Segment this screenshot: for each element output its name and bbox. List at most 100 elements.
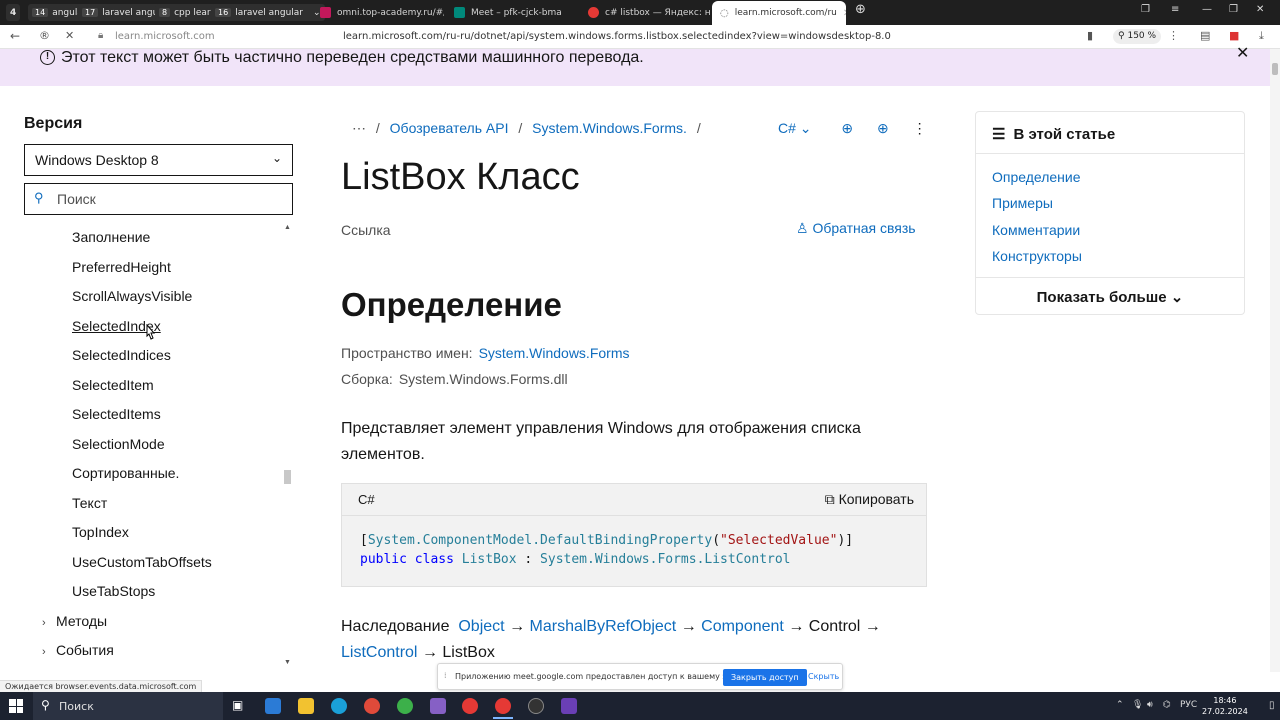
- yandex-browser-icon[interactable]: [462, 698, 478, 714]
- browser-menu-button[interactable]: 4: [6, 4, 21, 21]
- namespace-link[interactable]: System.Windows.Forms: [479, 345, 630, 361]
- extension-icon[interactable]: ■: [1229, 29, 1239, 42]
- network-icon[interactable]: ⌬: [1163, 700, 1171, 710]
- breadcrumb: ⋯ / Обозреватель API / System.Windows.Fo…: [352, 120, 701, 136]
- search-icon: ⚲: [41, 698, 50, 712]
- toc-item[interactable]: Заполнение: [72, 229, 150, 245]
- thumbs-up-icon: ♙: [796, 220, 809, 236]
- search-icon: ⚲: [34, 190, 44, 205]
- inherit-listcontrol[interactable]: ListControl: [341, 644, 417, 661]
- meet-favicon-icon: [454, 7, 465, 18]
- tab-omni[interactable]: omni.top-academy.ru/#/p: [312, 2, 444, 23]
- scroll-up-icon[interactable]: ▲: [284, 224, 291, 231]
- breadcrumb-api-browser[interactable]: Обозреватель API: [390, 120, 509, 136]
- microphone-icon[interactable]: 🎙︎: [1132, 700, 1143, 710]
- inherit-marshalbyrefobject[interactable]: MarshalByRefObject: [530, 618, 677, 635]
- tab-group-laravel-angular-2[interactable]: 16 laravel angular ⌄: [211, 4, 325, 21]
- language-indicator[interactable]: РУС: [1180, 700, 1197, 710]
- chevron-down-icon: ⌄: [271, 151, 282, 165]
- toc-item[interactable]: PreferredHeight: [72, 259, 171, 275]
- start-button[interactable]: [9, 699, 23, 713]
- chrome-profile-icon[interactable]: [397, 698, 413, 714]
- toc-item[interactable]: SelectedIndices: [72, 347, 171, 363]
- toc-item[interactable]: UseTabStops: [72, 583, 155, 599]
- hide-button[interactable]: Скрыть: [808, 672, 839, 681]
- stop-sharing-button[interactable]: Закрыть доступ: [723, 669, 807, 686]
- copy-button[interactable]: ⧉ Копировать: [825, 491, 914, 508]
- toc-group-methods[interactable]: › Методы: [42, 613, 107, 629]
- clock[interactable]: 18:46 27.02.2024: [1202, 695, 1248, 717]
- version-select[interactable]: Windows Desktop 8 ⌄: [24, 144, 293, 176]
- add-to-collection-icon[interactable]: ⊕: [877, 120, 889, 136]
- more-actions-icon[interactable]: ⋮: [913, 120, 927, 136]
- chrome-icon[interactable]: [364, 698, 380, 714]
- toc-item[interactable]: Текст: [72, 495, 107, 511]
- close-tab-icon[interactable]: ✕: [843, 8, 846, 19]
- breadcrumb-namespace[interactable]: System.Windows.Forms.: [532, 120, 687, 136]
- inherit-object[interactable]: Object: [458, 618, 504, 635]
- show-more-button[interactable]: Показать больше ⌄: [976, 288, 1244, 306]
- menu-icon[interactable]: ≡: [1171, 4, 1179, 15]
- tab-yandex[interactable]: c# listbox — Яндекс: наш: [580, 2, 710, 23]
- bookmark-icon[interactable]: ▮: [1087, 29, 1093, 42]
- taskbar-search[interactable]: ⚲ Поиск: [33, 692, 223, 720]
- toc-search-input[interactable]: [55, 189, 285, 209]
- toc-item[interactable]: SelectionMode: [72, 436, 165, 452]
- toc-item[interactable]: SelectedItems: [72, 406, 161, 422]
- toc-item[interactable]: Сортированные.: [72, 465, 179, 481]
- article-link-constructors[interactable]: Конструкторы: [992, 248, 1082, 264]
- article-link-remarks[interactable]: Комментарии: [992, 222, 1080, 238]
- scroll-down-icon[interactable]: ▼: [284, 659, 291, 666]
- maximize-button[interactable]: ❐: [1229, 4, 1238, 15]
- chevron-down-icon: ⌄: [799, 120, 812, 136]
- toc-search-box: ⚲: [24, 183, 293, 215]
- store-icon[interactable]: [265, 698, 281, 714]
- more-options-icon[interactable]: ⋮: [1168, 29, 1179, 42]
- page-scrollbar[interactable]: [1270, 49, 1280, 672]
- page-tools: C# ⌄ ⊕ ⊕ ⋮: [778, 120, 927, 137]
- article-link-examples[interactable]: Примеры: [992, 195, 1053, 211]
- breadcrumb-more-icon[interactable]: ⋯: [352, 120, 366, 136]
- toc-scrollbar-thumb[interactable]: [284, 470, 291, 484]
- page-scrollbar-thumb[interactable]: [1272, 63, 1278, 75]
- article-link-definition[interactable]: Определение: [992, 169, 1081, 185]
- tray-chevron-icon[interactable]: ⌃: [1116, 700, 1124, 710]
- download-icon[interactable]: ⤓: [1259, 29, 1264, 43]
- new-tab-button[interactable]: ⊕: [855, 2, 866, 17]
- collections-icon[interactable]: ▤: [1200, 29, 1210, 42]
- zoom-indicator[interactable]: ⚲ 150 %: [1113, 29, 1162, 44]
- tab-meet[interactable]: Meet – pfk-cjck-bma: [446, 2, 578, 23]
- notifications-icon[interactable]: ▯: [1269, 700, 1275, 711]
- url-field[interactable]: 🔒︎ learn.microsoft.com learn.microsoft.c…: [92, 28, 1102, 46]
- tab-search-icon[interactable]: ❐: [1141, 4, 1150, 15]
- stop-loading-icon[interactable]: ✕: [65, 29, 74, 42]
- toc-item[interactable]: TopIndex: [72, 524, 129, 540]
- visual-studio-icon[interactable]: [430, 698, 446, 714]
- inherit-component[interactable]: Component: [701, 618, 784, 635]
- toc-item[interactable]: UseCustomTabOffsets: [72, 554, 212, 570]
- language-select[interactable]: C# ⌄: [778, 120, 812, 136]
- drag-handle-icon[interactable]: ⁞: [444, 671, 447, 680]
- tab-learn-microsoft[interactable]: ◌ learn.microsoft.com/ru ✕: [712, 1, 846, 25]
- visual-studio-2-icon[interactable]: [561, 698, 577, 714]
- toc-group-events[interactable]: › События: [42, 642, 114, 658]
- close-icon[interactable]: ✕: [1236, 43, 1249, 63]
- back-icon[interactable]: ←: [10, 29, 20, 43]
- file-explorer-icon[interactable]: [298, 698, 314, 714]
- yandex-browser-active-icon[interactable]: [495, 698, 511, 714]
- globe-icon[interactable]: ⊕: [841, 120, 853, 136]
- browser-tab-bar: 4 14 angular 17 laravel angular 8 cpp le…: [0, 0, 1280, 25]
- obs-icon[interactable]: [528, 698, 544, 714]
- minimize-button[interactable]: —: [1202, 4, 1212, 15]
- task-view-icon[interactable]: ▣: [232, 698, 248, 714]
- main-content: ⋯ / Обозреватель API / System.Windows.Fo…: [320, 86, 960, 672]
- mouse-pointer-icon: [146, 324, 156, 340]
- edge-icon[interactable]: [331, 698, 347, 714]
- toc-item[interactable]: SelectedItem: [72, 377, 154, 393]
- volume-icon[interactable]: 🔊︎: [1147, 700, 1153, 710]
- assembly-line: Сборка: System.Windows.Forms.dll: [341, 371, 568, 387]
- protect-icon[interactable]: ®: [39, 29, 50, 42]
- toc-item[interactable]: ScrollAlwaysVisible: [72, 288, 192, 304]
- close-window-button[interactable]: ✕: [1256, 4, 1264, 15]
- feedback-link[interactable]: ♙ Обратная связь: [796, 220, 916, 237]
